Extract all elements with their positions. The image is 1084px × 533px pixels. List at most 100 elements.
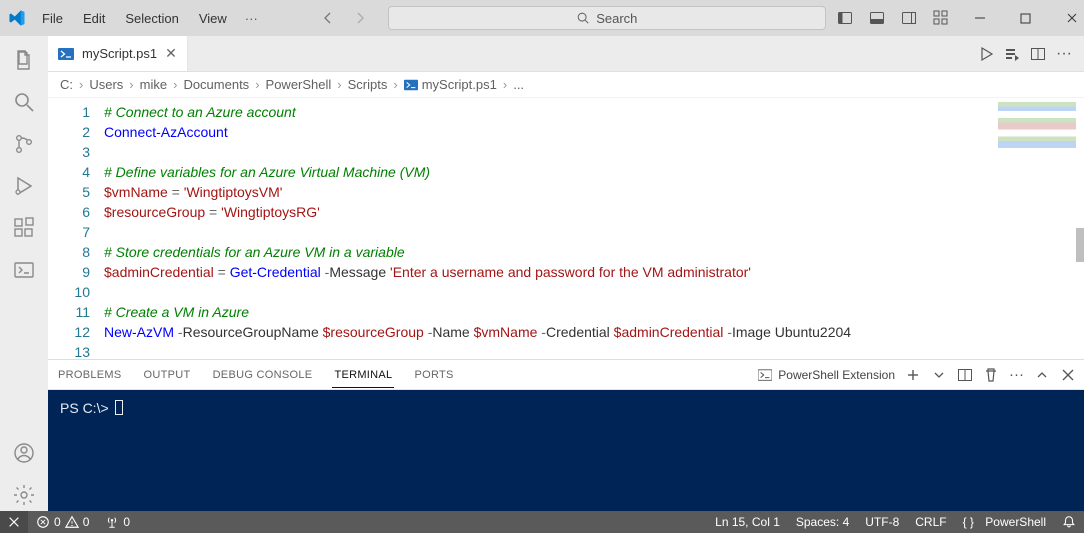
menu-selection[interactable]: Selection (117, 7, 186, 30)
source-control-icon[interactable] (8, 128, 40, 160)
panel-tab-ports[interactable]: PORTS (412, 369, 455, 381)
run-selection-icon[interactable] (1004, 46, 1020, 62)
terminal-shell-label[interactable]: PowerShell Extension (758, 368, 895, 382)
search-icon (576, 11, 590, 25)
menu-view[interactable]: View (191, 7, 235, 30)
code-line[interactable] (104, 282, 1084, 302)
powershell-file-icon (58, 46, 74, 62)
terminal-more-icon[interactable]: ··· (1009, 366, 1024, 383)
code-line[interactable] (104, 222, 1084, 242)
panel-maximize-icon[interactable] (1034, 367, 1050, 383)
panel-close-icon[interactable] (1060, 367, 1076, 383)
run-file-icon[interactable] (978, 46, 994, 62)
activity-bar (0, 36, 48, 511)
line-number: 10 (48, 282, 90, 302)
powershell-activity-icon[interactable] (8, 254, 40, 286)
line-number: 9 (48, 262, 90, 282)
accounts-icon[interactable] (8, 437, 40, 469)
panel-tab-problems[interactable]: PROBLEMS (56, 369, 124, 381)
terminal-cursor (115, 400, 123, 415)
chevron-right-icon: › (503, 77, 507, 92)
window-close-button[interactable] (1050, 3, 1084, 33)
remote-indicator[interactable] (0, 511, 28, 533)
window-titlebar: File Edit Selection View ··· Search (0, 0, 1084, 36)
breadcrumb-item[interactable]: C: (60, 77, 73, 92)
status-line-col[interactable]: Ln 15, Col 1 (707, 515, 788, 529)
chevron-right-icon: › (393, 77, 397, 92)
code-content[interactable]: # Connect to an Azure accountConnect-AzA… (104, 98, 1084, 359)
chevron-right-icon: › (173, 77, 177, 92)
run-debug-icon[interactable] (8, 170, 40, 202)
warning-icon (65, 515, 79, 529)
code-line[interactable]: $resourceGroup = 'WingtiptoysRG' (104, 202, 1084, 222)
command-center-search[interactable]: Search (388, 6, 826, 30)
status-eol[interactable]: CRLF (907, 515, 954, 529)
bottom-panel: PROBLEMS OUTPUT DEBUG CONSOLE TERMINAL P… (48, 359, 1084, 511)
window-maximize-button[interactable] (1004, 3, 1048, 33)
code-line[interactable] (104, 342, 1084, 359)
split-editor-icon[interactable] (1030, 46, 1046, 62)
code-line[interactable]: # Define variables for an Azure Virtual … (104, 162, 1084, 182)
code-line[interactable]: # Store credentials for an Azure VM in a… (104, 242, 1084, 262)
code-line[interactable]: $adminCredential = Get-Credential -Messa… (104, 262, 1084, 282)
menu-edit[interactable]: Edit (75, 7, 113, 30)
extensions-icon[interactable] (8, 212, 40, 244)
breadcrumb-item[interactable]: Users (89, 77, 123, 92)
breadcrumb-item[interactable]: PowerShell (266, 77, 332, 92)
nav-back-button[interactable] (316, 6, 340, 30)
status-language[interactable]: { } PowerShell (955, 515, 1054, 529)
explorer-icon[interactable] (8, 44, 40, 76)
nav-forward-button[interactable] (348, 6, 372, 30)
status-ports[interactable]: 0 (97, 515, 138, 529)
powershell-file-icon (404, 78, 418, 92)
scrollbar-thumb[interactable] (1076, 228, 1084, 262)
breadcrumb-item[interactable]: ... (513, 77, 524, 92)
minimap[interactable] (998, 102, 1076, 148)
terminal-dropdown-icon[interactable] (931, 367, 947, 383)
chevron-right-icon: › (337, 77, 341, 92)
new-terminal-icon[interactable] (905, 367, 921, 383)
status-errors[interactable]: 0 0 (28, 515, 97, 529)
status-bar: 0 0 0 Ln 15, Col 1 Spaces: 4 UTF-8 CRLF … (0, 511, 1084, 533)
status-encoding[interactable]: UTF-8 (857, 515, 907, 529)
breadcrumb-item[interactable]: Documents (183, 77, 249, 92)
panel-tab-output[interactable]: OUTPUT (142, 369, 193, 381)
settings-gear-icon[interactable] (8, 479, 40, 511)
breadcrumb-item[interactable]: mike (140, 77, 167, 92)
editor-body[interactable]: 12345678910111213 # Connect to an Azure … (48, 98, 1084, 359)
notifications-icon[interactable] (1054, 515, 1084, 529)
kill-terminal-icon[interactable] (983, 367, 999, 383)
vscode-app-icon (8, 6, 26, 30)
line-number: 2 (48, 122, 90, 142)
code-line[interactable]: New-AzVM -ResourceGroupName $resourceGro… (104, 322, 1084, 342)
editor-more-icon[interactable]: ··· (1056, 45, 1072, 63)
line-number: 5 (48, 182, 90, 202)
code-line[interactable]: $vmName = 'WingtiptoysVM' (104, 182, 1084, 202)
breadcrumb-item[interactable]: myScript.ps1 (404, 77, 497, 92)
window-minimize-button[interactable] (958, 3, 1002, 33)
breadcrumb-bar[interactable]: C:›Users›mike›Documents›PowerShell›Scrip… (48, 72, 1084, 98)
code-line[interactable]: # Create a VM in Azure (104, 302, 1084, 322)
braces-icon: { } (963, 515, 974, 529)
layout-sidebar-left-icon[interactable] (830, 3, 860, 33)
layout-panel-icon[interactable] (862, 3, 892, 33)
panel-tab-debug-console[interactable]: DEBUG CONSOLE (211, 369, 315, 381)
code-line[interactable] (104, 142, 1084, 162)
tab-close-button[interactable]: ✕ (165, 45, 177, 62)
terminal-body[interactable]: PS C:\> (48, 390, 1084, 511)
search-placeholder: Search (596, 11, 637, 26)
menu-file[interactable]: File (34, 7, 71, 30)
radio-tower-icon (105, 515, 119, 529)
menu-overflow[interactable]: ··· (239, 7, 264, 30)
split-terminal-icon[interactable] (957, 367, 973, 383)
panel-tab-terminal[interactable]: TERMINAL (332, 369, 394, 388)
editor-tab[interactable]: myScript.ps1 ✕ (48, 36, 188, 71)
code-line[interactable]: Connect-AzAccount (104, 122, 1084, 142)
error-icon (36, 515, 50, 529)
code-line[interactable]: # Connect to an Azure account (104, 102, 1084, 122)
search-activity-icon[interactable] (8, 86, 40, 118)
status-indent[interactable]: Spaces: 4 (788, 515, 857, 529)
customize-layout-icon[interactable] (926, 3, 956, 33)
breadcrumb-item[interactable]: Scripts (348, 77, 388, 92)
layout-sidebar-right-icon[interactable] (894, 3, 924, 33)
